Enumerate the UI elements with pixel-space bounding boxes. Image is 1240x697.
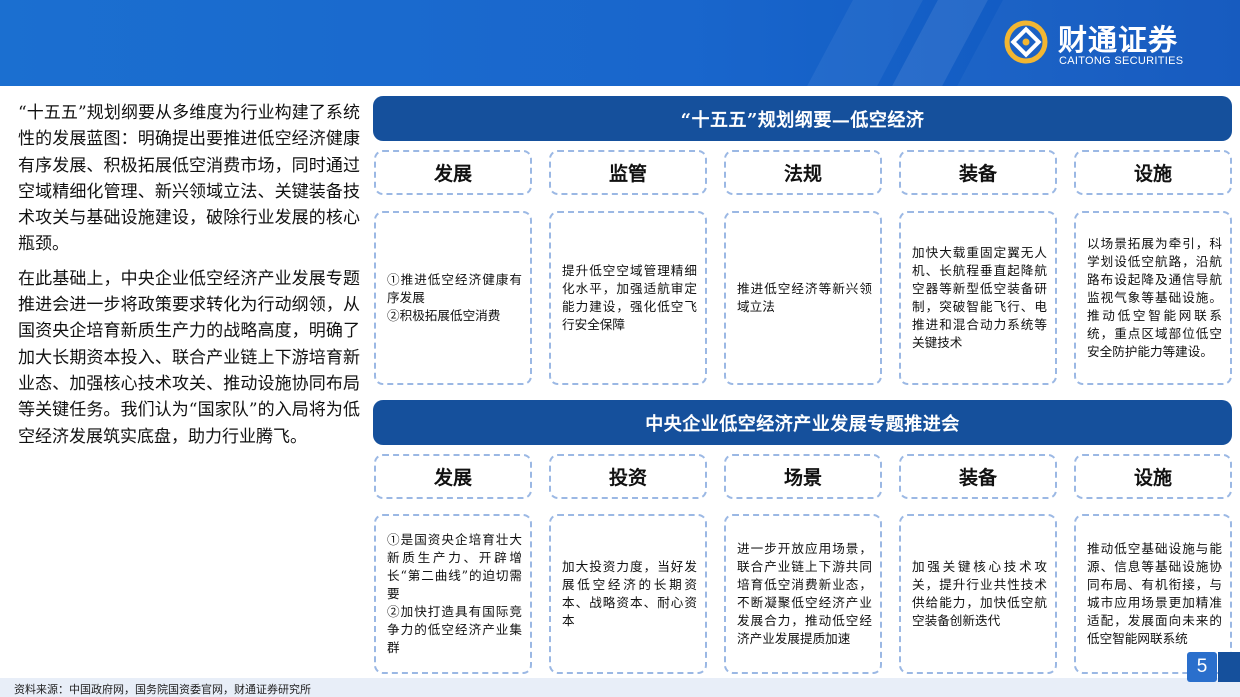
header-bar: 财通证券 CAITONG SECURITIES — [0, 0, 1240, 86]
page-number: 5 — [1187, 652, 1217, 682]
section1-content-development-text: ①推进低空经济健康有序发展 ②积极拓展低空消费 — [387, 272, 522, 323]
section1-content-regulation: 提升低空空域管理精细化水平，加强适航审定能力建设，强化低空飞行安全保障 — [549, 211, 707, 385]
section2-content-equipment: 加强关键核心技术攻关，提升行业共性技术供给能力，加快低空航空装备创新迭代 — [899, 514, 1057, 674]
section1-content-equipment: 加快大载重固定翼无人机、长航程垂直起降航空器等新型低空装备研制，突破智能飞行、电… — [899, 211, 1057, 385]
source-note: 资料来源：中国政府网，国务院国资委官网，财通证券研究所 — [14, 683, 311, 696]
page-number-accent — [1218, 652, 1240, 682]
logo-english-name: CAITONG SECURITIES — [1059, 55, 1184, 67]
section1-header-development: 发展 — [374, 150, 532, 195]
section2-content-scenario: 进一步开放应用场景，联合产业链上下游共同培育低空消费新业态，不断凝聚低空经济产业… — [724, 514, 882, 674]
section1-content-development: ①推进低空经济健康有序发展 ②积极拓展低空消费 — [374, 211, 532, 385]
section1-content-law: 推进低空经济等新兴领域立法 — [724, 211, 882, 385]
section2-content-scenario-text: 进一步开放应用场景，联合产业链上下游共同培育低空消费新业态，不断凝聚低空经济产业… — [737, 541, 872, 646]
section1-content-equipment-text: 加快大载重固定翼无人机、长航程垂直起降航空器等新型低空装备研制，突破智能飞行、电… — [912, 245, 1047, 350]
section1-content-facilities: 以场景拓展为牵引，科学划设低空航路，沿航路布设起降及通信导航监视气象等基础设施。… — [1074, 211, 1232, 385]
section1-content-law-text: 推进低空经济等新兴领域立法 — [737, 281, 872, 314]
section1-header-equipment: 装备 — [899, 150, 1057, 195]
section2-content-development-text: ①是国资央企培育壮大新质生产力、开辟增长“第二曲线”的迫切需要 ②加快打造具有国… — [387, 532, 522, 655]
summary-paragraph-2: 在此基础上，中央企业低空经济产业发展专题推进会进一步将政策要求转化为行动纲领，从… — [18, 268, 360, 447]
section2-title: 中央企业低空经济产业发展专题推进会 — [373, 400, 1232, 445]
section2-content-equipment-text: 加强关键核心技术攻关，提升行业共性技术供给能力，加快低空航空装备创新迭代 — [912, 559, 1047, 628]
section2-content-development: ①是国资央企培育壮大新质生产力、开辟增长“第二曲线”的迫切需要 ②加快打造具有国… — [374, 514, 532, 674]
section1-header-regulation: 监管 — [549, 150, 707, 195]
section1-content-regulation-text: 提升低空空域管理精细化水平，加强适航审定能力建设，强化低空飞行安全保障 — [562, 263, 697, 332]
section2-header-equipment: 装备 — [899, 454, 1057, 499]
summary-paragraph-1: “十五五”规划纲要从多维度为行业构建了系统性的发展蓝图：明确提出要推进低空经济健… — [18, 103, 360, 255]
logo-chinese-name: 财通证券 — [1058, 23, 1179, 57]
section1-header-law: 法规 — [724, 150, 882, 195]
section2-content-investment-text: 加大投资力度，当好发展低空经济的长期资本、战略资本、耐心资本 — [562, 559, 697, 628]
section2-header-development: 发展 — [374, 454, 532, 499]
caitong-logo-icon — [1004, 20, 1048, 64]
section2-header-investment: 投资 — [549, 454, 707, 499]
section2-header-scenario: 场景 — [724, 454, 882, 499]
section2-content-facilities-text: 推动低空基础设施与能源、信息等基础设施协同布局、有机衔接，与城市应用场景更加精准… — [1087, 541, 1222, 646]
summary-text: “十五五”规划纲要从多维度为行业构建了系统性的发展蓝图：明确提出要推进低空经济健… — [18, 100, 360, 458]
section2-content-facilities: 推动低空基础设施与能源、信息等基础设施协同布局、有机衔接，与城市应用场景更加精准… — [1074, 514, 1232, 674]
section1-content-facilities-text: 以场景拓展为牵引，科学划设低空航路，沿航路布设起降及通信导航监视气象等基础设施。… — [1087, 236, 1222, 359]
section2-header-facilities: 设施 — [1074, 454, 1232, 499]
section1-header-facilities: 设施 — [1074, 150, 1232, 195]
section1-title: “十五五”规划纲要—低空经济 — [373, 96, 1232, 141]
company-logo: 财通证券 CAITONG SECURITIES — [1004, 16, 1204, 72]
section2-content-investment: 加大投资力度，当好发展低空经济的长期资本、战略资本、耐心资本 — [549, 514, 707, 674]
